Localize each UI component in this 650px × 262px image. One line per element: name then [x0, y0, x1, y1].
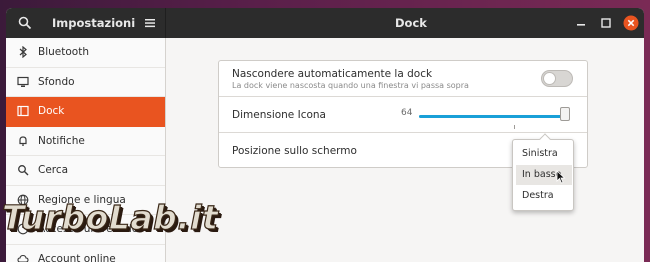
search-icon[interactable]: [18, 16, 32, 30]
sidebar-item-dock[interactable]: Dock: [6, 97, 165, 127]
autohide-toggle[interactable]: [541, 70, 573, 87]
close-icon[interactable]: [623, 15, 639, 31]
slider-handle[interactable]: [560, 107, 570, 121]
slider-tick: [514, 125, 515, 129]
maximize-icon[interactable]: [598, 15, 614, 31]
sidebar-item-label: Sfondo: [38, 75, 75, 88]
sidebar-item-notifiche[interactable]: Notifiche: [6, 127, 165, 156]
cloud-icon: [16, 252, 30, 262]
search-icon: [16, 163, 30, 177]
display-icon: [16, 75, 30, 89]
autohide-subtitle: La dock viene nascosta quando una finest…: [232, 81, 469, 90]
sidebar-item-label: Dock: [38, 105, 65, 118]
autohide-row: Nascondere automaticamente la dock La do…: [219, 61, 587, 97]
sidebar-item-label: Notifiche: [38, 134, 85, 147]
position-option-left[interactable]: Sinistra: [516, 144, 572, 164]
icon-size-value: 64: [401, 108, 413, 118]
bluetooth-icon: [16, 45, 30, 59]
mouse-cursor-icon: [556, 170, 566, 184]
watermark-logo: TurboLab.it: [1, 197, 219, 237]
sidebar-item-account-online[interactable]: Account online: [6, 245, 165, 262]
sidebar-item-cerca[interactable]: Cerca: [6, 156, 165, 186]
position-option-right[interactable]: Destra: [516, 186, 572, 206]
sidebar-item-label: Account online: [38, 252, 116, 262]
sidebar-item-sfondo[interactable]: Sfondo: [6, 68, 165, 97]
header-bar: Impostazioni Dock: [6, 8, 644, 38]
sidebar-item-label: Cerca: [38, 164, 69, 177]
minimize-icon[interactable]: [573, 15, 589, 31]
position-title: Posizione sullo schermo: [232, 145, 357, 157]
toggle-knob: [543, 72, 556, 85]
dock-icon: [16, 104, 30, 118]
icon-size-slider[interactable]: [419, 115, 565, 118]
autohide-title: Nascondere automaticamente la dock: [232, 68, 433, 80]
sidebar-title: Impostazioni: [52, 16, 136, 30]
sidebar-item-label: Bluetooth: [38, 46, 89, 59]
slider-fill: [419, 115, 565, 118]
menu-icon[interactable]: [144, 17, 156, 29]
icon-size-row: Dimensione Icona 64: [219, 97, 587, 133]
sidebar-item-bluetooth[interactable]: Bluetooth: [6, 38, 165, 68]
bell-icon: [16, 134, 30, 148]
sidebar-header: Impostazioni: [6, 8, 166, 38]
page-title: Dock: [395, 16, 427, 30]
icon-size-title: Dimensione Icona: [232, 109, 326, 121]
